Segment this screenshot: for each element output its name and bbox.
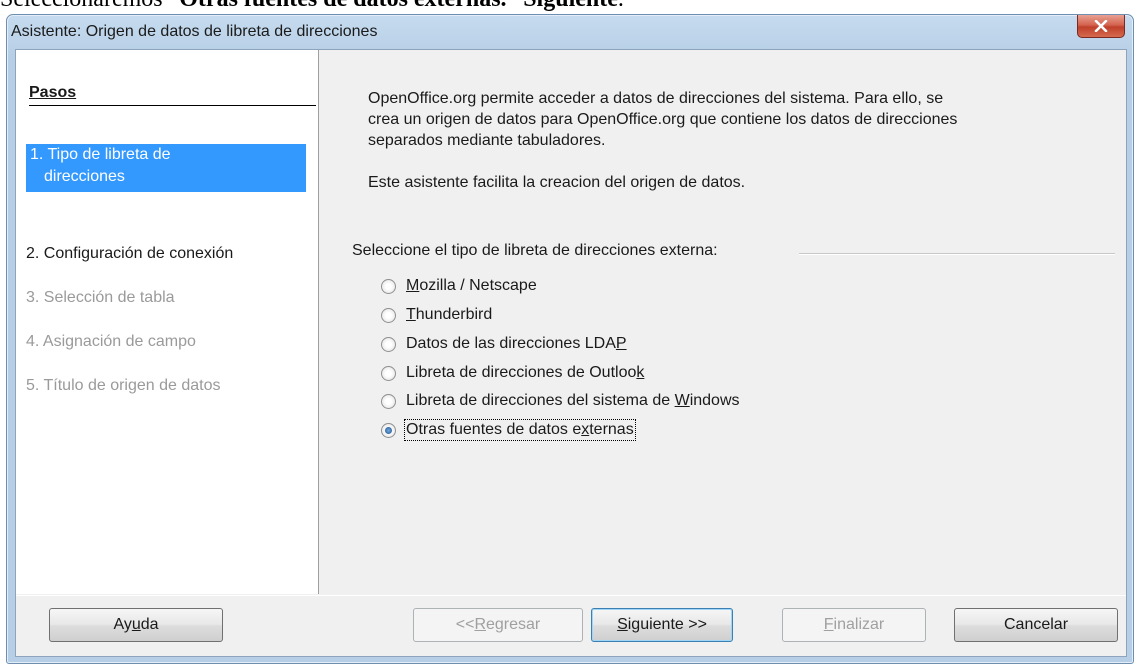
- title-bar[interactable]: Asistente: Origen de datos de libreta de…: [7, 15, 1133, 49]
- option-label: Otras fuentes de datos externas: [404, 419, 636, 441]
- radio-button[interactable]: [381, 365, 396, 381]
- option-ldap[interactable]: Datos de las direcciones LDAP: [381, 332, 627, 356]
- step-label: 2. Configuración de conexión: [26, 245, 234, 262]
- radio-button[interactable]: [381, 336, 396, 352]
- radio-button[interactable]: [381, 393, 396, 409]
- caption-suffix: .: [618, 0, 624, 12]
- wizard-window: Asistente: Origen de datos de libreta de…: [6, 14, 1134, 664]
- step-label: 1. Tipo de libreta de: [30, 146, 171, 163]
- back-button[interactable]: << Regresar: [413, 608, 583, 642]
- next-button[interactable]: Siguiente >>: [591, 608, 733, 642]
- intro-text: OpenOffice.org permite acceder a datos d…: [368, 88, 1118, 193]
- option-label: Libreta de direcciones de Outlook: [406, 364, 645, 381]
- caption-bold-option: Otras fuentes de datos externas.: [179, 0, 506, 12]
- radio-button[interactable]: [381, 278, 396, 294]
- intro-line: separados mediante tabuladores.: [368, 132, 606, 149]
- option-mozilla-netscape[interactable]: Mozilla / Netscape: [381, 274, 537, 298]
- caption-prefix: Seleccionaremos “: [0, 0, 179, 12]
- group-divider: [799, 253, 1115, 255]
- step-field-assignment: 4. Asignación de campo: [26, 331, 306, 353]
- option-other-external-sources[interactable]: Otras fuentes de datos externas: [381, 418, 636, 442]
- main-panel: OpenOffice.org permite acceder a datos d…: [319, 50, 1125, 594]
- step-connection-settings[interactable]: 2. Configuración de conexión: [26, 243, 306, 265]
- intro-line: OpenOffice.org permite acceder a datos d…: [368, 90, 944, 107]
- steps-panel: Pasos 1. Tipo de libreta de direcciones …: [16, 50, 319, 594]
- option-outlook[interactable]: Libreta de direcciones de Outlook: [381, 361, 644, 385]
- option-label: Mozilla / Netscape: [406, 277, 537, 294]
- intro-line: crea un origen de datos para OpenOffice.…: [368, 111, 958, 128]
- step-label: 4. Asignación de campo: [26, 333, 196, 350]
- step-label: 3. Selección de tabla: [26, 289, 175, 306]
- step-label-line2: direcciones: [44, 168, 125, 185]
- option-label: Libreta de direcciones del sistema de Wi…: [406, 392, 740, 409]
- finish-button[interactable]: Finalizar: [782, 608, 926, 642]
- option-label: Datos de las direcciones LDAP: [406, 335, 627, 352]
- window-title: Asistente: Origen de datos de libreta de…: [11, 23, 378, 40]
- radio-button-selected[interactable]: [381, 422, 396, 438]
- caption-bold-next: Siguiente: [523, 0, 618, 12]
- address-book-type-label: Seleccione el tipo de libreta de direcci…: [352, 242, 724, 260]
- close-icon: [1094, 20, 1108, 32]
- step-table-selection: 3. Selección de tabla: [26, 287, 306, 309]
- close-button[interactable]: [1077, 15, 1125, 38]
- step-address-book-type[interactable]: 1. Tipo de libreta de direcciones: [26, 144, 306, 192]
- radio-button[interactable]: [381, 307, 396, 323]
- option-windows-address-book[interactable]: Libreta de direcciones del sistema de Wi…: [381, 389, 740, 413]
- help-button[interactable]: Ay u da: [49, 608, 223, 642]
- document-caption: Seleccionaremos “Otras fuentes de datos …: [0, 0, 1138, 12]
- step-data-source-title: 5. Título de origen de datos: [26, 375, 306, 397]
- option-thunderbird[interactable]: Thunderbird: [381, 303, 492, 327]
- caption-middle: ”: [507, 0, 524, 12]
- option-label: Thunderbird: [406, 306, 493, 323]
- step-label: 5. Título de origen de datos: [26, 377, 221, 394]
- button-bar: Ay u da << Regresar Siguiente >> Finalizar…: [16, 595, 1126, 657]
- intro-wizard-note: Este asistente facilita la creacion del …: [368, 174, 746, 191]
- steps-divider: [29, 105, 316, 106]
- dialog-client-area: Pasos 1. Tipo de libreta de direcciones …: [15, 49, 1127, 657]
- steps-header: Pasos: [29, 84, 77, 101]
- cancel-button[interactable]: Cancelar: [954, 608, 1118, 642]
